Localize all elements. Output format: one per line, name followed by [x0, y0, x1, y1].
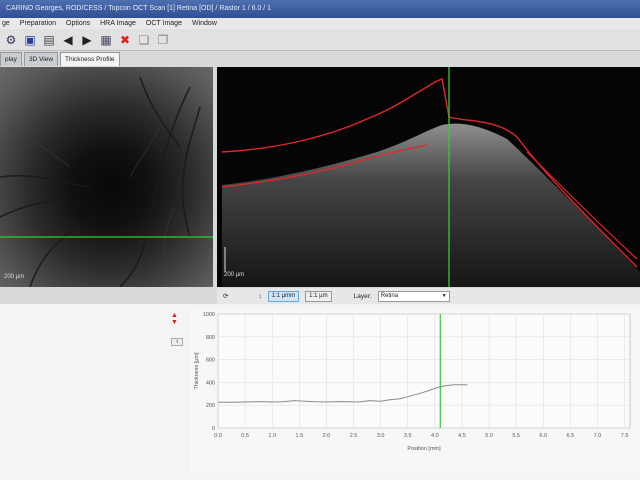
x-tick-label: 7.0: [594, 433, 602, 439]
y-tick-label: 200: [206, 403, 215, 409]
retina-tissue: [222, 123, 640, 287]
close-icon[interactable]: ✖: [118, 33, 132, 47]
menu-item-hra-image[interactable]: HRA Image: [100, 18, 136, 29]
arrow-down-icon[interactable]: ▼: [171, 319, 183, 326]
tab-display[interactable]: play: [0, 52, 22, 66]
x-tick-label: 1.0: [268, 433, 276, 439]
menu-item-oct-image[interactable]: OCT Image: [146, 18, 182, 29]
x-tick-label: 3.0: [377, 433, 385, 439]
menu-item-window[interactable]: Window: [192, 18, 217, 29]
y-tick-label: 800: [206, 335, 215, 341]
x-tick-label: 6.0: [539, 433, 547, 439]
film-icon[interactable]: ▤: [42, 33, 56, 47]
fundus-image[interactable]: [0, 67, 213, 287]
window-title: CARINO Georges, ROD/CESS / Topcon OCT Sc…: [6, 5, 272, 12]
oct-bscan-image[interactable]: [217, 67, 640, 287]
bscan-controls: ⟳ ↕ 1:1 µmm 1:1 µm Layer: Retina ▼: [217, 288, 640, 304]
menu-item-general[interactable]: ge: [2, 18, 10, 29]
y-axis-label: Thickness [µm]: [194, 352, 200, 390]
menu-bar: ge Preparation Options HRA Image OCT Ima…: [0, 18, 640, 29]
menu-item-preparation[interactable]: Preparation: [20, 18, 56, 29]
y-tick-label: 400: [206, 380, 215, 386]
y-tick-label: 0: [212, 426, 215, 432]
x-tick-label: 1.5: [295, 433, 303, 439]
wrench-icon[interactable]: ⚙: [4, 33, 18, 47]
copy-icon[interactable]: ❏: [137, 33, 151, 47]
x-tick-label: 3.5: [404, 433, 412, 439]
save-icon[interactable]: ▣: [23, 33, 37, 47]
zoom-icon[interactable]: ↕: [258, 293, 261, 300]
zoom-1to1-um-button[interactable]: 1:1 µm: [305, 290, 332, 302]
menu-item-options[interactable]: Options: [66, 18, 90, 29]
layer-select-value: Retina: [380, 292, 399, 299]
paste-icon[interactable]: ❐: [156, 33, 170, 47]
x-tick-label: 4.5: [458, 433, 466, 439]
x-axis-label: Position [mm]: [407, 446, 441, 452]
chevron-down-icon: ▼: [441, 292, 447, 299]
x-tick-label: 5.0: [485, 433, 493, 439]
y-tick-label: 1000: [203, 312, 215, 318]
tab-3d-view[interactable]: 3D View: [23, 52, 59, 66]
arrow-right-icon[interactable]: ▶: [80, 33, 94, 47]
x-tick-label: 7.5: [621, 433, 629, 439]
rotate-icon[interactable]: ⟳: [223, 292, 228, 300]
y-tick-label: 600: [206, 358, 215, 364]
tab-thickness-profile[interactable]: Thickness Profile: [60, 52, 120, 66]
x-tick-label: 0.0: [214, 433, 222, 439]
x-tick-label: 2.5: [350, 433, 358, 439]
window-titlebar: CARINO Georges, ROD/CESS / Topcon OCT Sc…: [0, 0, 640, 18]
application-window: CARINO Georges, ROD/CESS / Topcon OCT Sc…: [0, 0, 640, 480]
x-tick-label: 5.5: [512, 433, 520, 439]
info-button[interactable]: i: [171, 338, 183, 346]
arrow-up-icon[interactable]: ▲: [171, 312, 183, 319]
bscan-scale-label: 200 µm: [224, 272, 245, 278]
fundus-scale-label: 200 µm: [4, 274, 25, 280]
toolbar: ⚙ ▣ ▤ ◀ ▶ ▦ ✖ ❏ ❐: [0, 29, 640, 51]
zoom-1to1-mm-button[interactable]: 1:1 µmm: [267, 290, 300, 302]
x-tick-label: 2.0: [323, 433, 331, 439]
x-tick-label: 6.5: [567, 433, 575, 439]
view-tabs: play 3D View Thickness Profile: [0, 52, 640, 66]
grid-icon[interactable]: ▦: [99, 33, 113, 47]
plot-area: [217, 313, 631, 429]
layer-label: Layer:: [353, 292, 372, 300]
x-tick-label: 0.5: [241, 433, 249, 439]
arrow-left-icon[interactable]: ◀: [61, 33, 75, 47]
x-tick-label: 4.0: [431, 433, 439, 439]
thickness-side-tools: ▲ ▼ i: [171, 312, 183, 346]
thickness-chart: 0.0 0.5 1.0 1.5 2.0 2.5 3.0 3.5 4.0 4.5 5.0 5.5 6.0 6…: [190, 308, 640, 472]
layer-select[interactable]: Retina ▼: [377, 290, 450, 302]
